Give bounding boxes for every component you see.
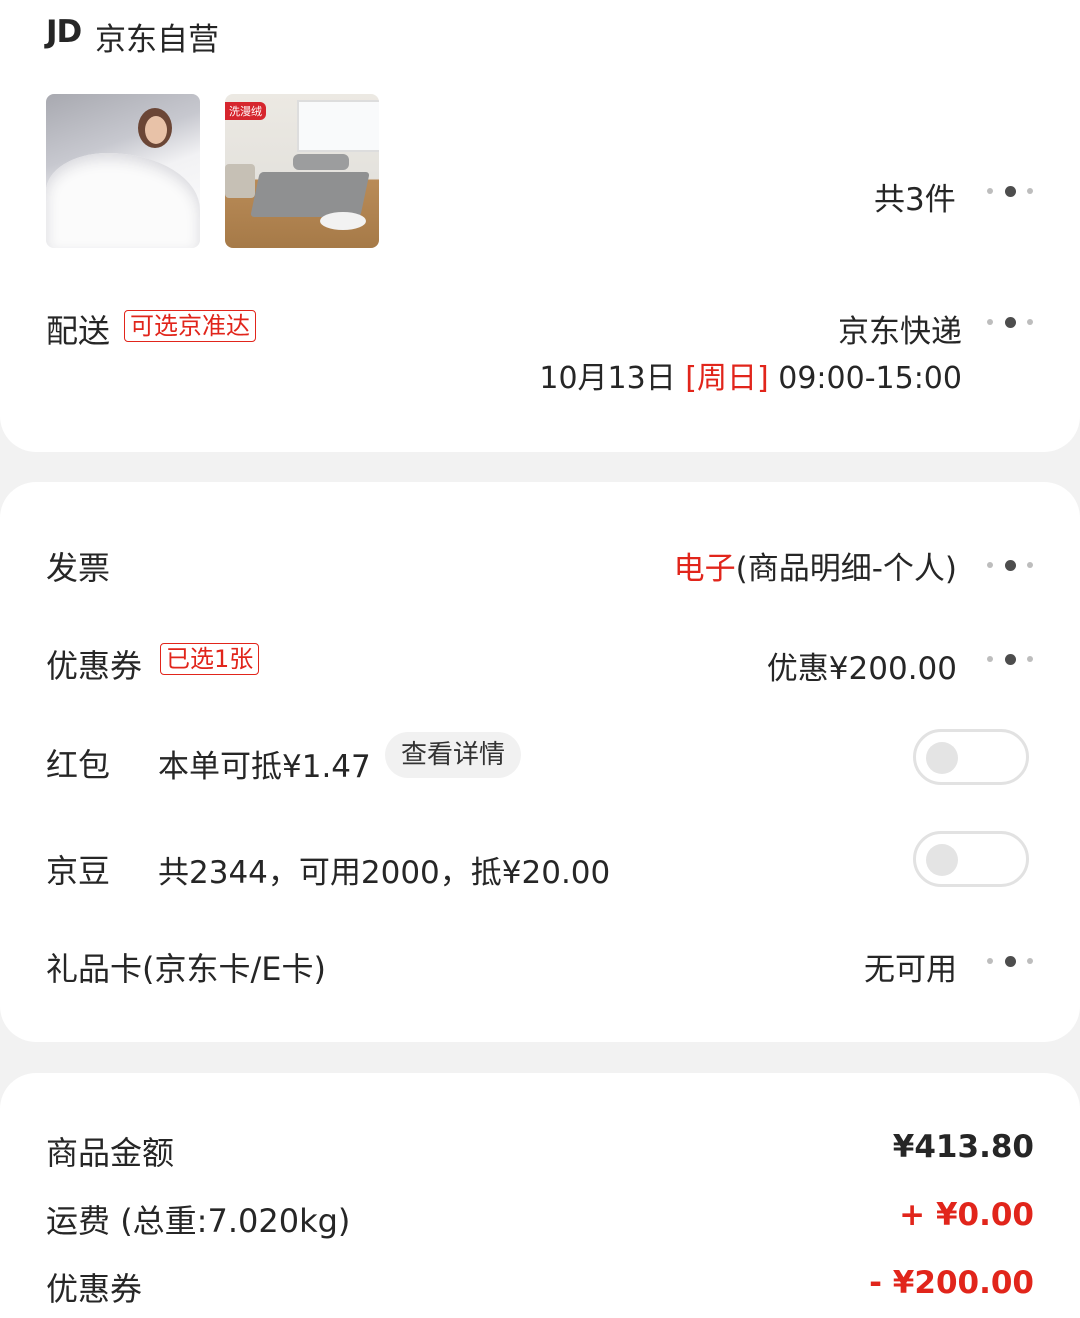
delivery-label: 配送 <box>46 312 111 350</box>
shipping-fee-value: + ¥0.00 <box>899 1197 1034 1233</box>
more-dots-icon[interactable] <box>987 653 1033 665</box>
view-details-button[interactable]: 查看详情 <box>385 732 522 778</box>
more-dots-icon[interactable] <box>987 559 1033 571</box>
invoice-detail: (商品明细-个人) <box>735 551 957 587</box>
shop-name: 京东自营 <box>95 22 219 58</box>
shop-order-card: JD 京东自营 洗漫绒 共3件 配送 可选京准达 京东快递 10月13日 [周日… <box>0 0 1080 452</box>
toggle-knob <box>926 844 958 876</box>
more-dots-icon[interactable] <box>987 955 1033 967</box>
red-packet-toggle[interactable] <box>913 729 1029 785</box>
goods-amount-value: ¥413.80 <box>892 1129 1034 1165</box>
more-dots-icon[interactable] <box>987 185 1033 197</box>
jd-beans-desc: 共2344，可用2000，抵¥20.00 <box>158 855 611 891</box>
coupon-label: 优惠券 <box>46 647 143 685</box>
goods-amount-label: 商品金额 <box>46 1134 175 1172</box>
delivery-method[interactable]: 京东快递 <box>838 306 962 351</box>
delivery-time[interactable]: 10月13日 [周日] 09:00-15:00 <box>539 353 962 397</box>
red-packet-desc: 本单可抵¥1.47 <box>158 749 371 785</box>
delivery-time-range: 09:00-15:00 <box>778 361 962 396</box>
coupon-value[interactable]: 优惠¥200.00 <box>767 643 957 688</box>
invoice-value[interactable]: 电子(商品明细-个人) <box>674 543 957 588</box>
delivery-badge[interactable]: 可选京准达 <box>124 310 256 342</box>
quilt-product-image[interactable] <box>46 94 200 248</box>
jd-logo: JD <box>46 14 82 50</box>
gift-card-label: 礼品卡(京东卡/E卡) <box>46 950 326 988</box>
brand-tag: 洗漫绒 <box>225 102 266 120</box>
jd-beans-toggle[interactable] <box>913 831 1029 887</box>
shipping-fee-label: 运费 (总重:7.020kg) <box>46 1196 350 1242</box>
invoice-label: 发票 <box>46 549 111 587</box>
coupon-badge: 已选1张 <box>160 643 260 675</box>
red-packet-label: 红包 <box>46 746 111 784</box>
jd-beans-label: 京豆 <box>46 852 111 890</box>
delivery-weekday: [周日] <box>685 361 769 396</box>
more-dots-icon[interactable] <box>987 316 1033 328</box>
summary-coupon-label: 优惠券 <box>46 1270 143 1308</box>
toggle-knob <box>926 742 958 774</box>
invoice-type: 电子 <box>673 551 736 587</box>
shipping-label: 运费 <box>46 1202 111 1240</box>
bedsheet-product-image[interactable]: 洗漫绒 <box>225 94 379 248</box>
product-count[interactable]: 共3件 <box>874 174 956 219</box>
summary-coupon-value: - ¥200.00 <box>869 1265 1034 1301</box>
delivery-date: 10月13日 <box>539 361 676 396</box>
shipping-weight: (总重:7.020kg) <box>120 1202 351 1240</box>
gift-card-value[interactable]: 无可用 <box>864 944 957 989</box>
